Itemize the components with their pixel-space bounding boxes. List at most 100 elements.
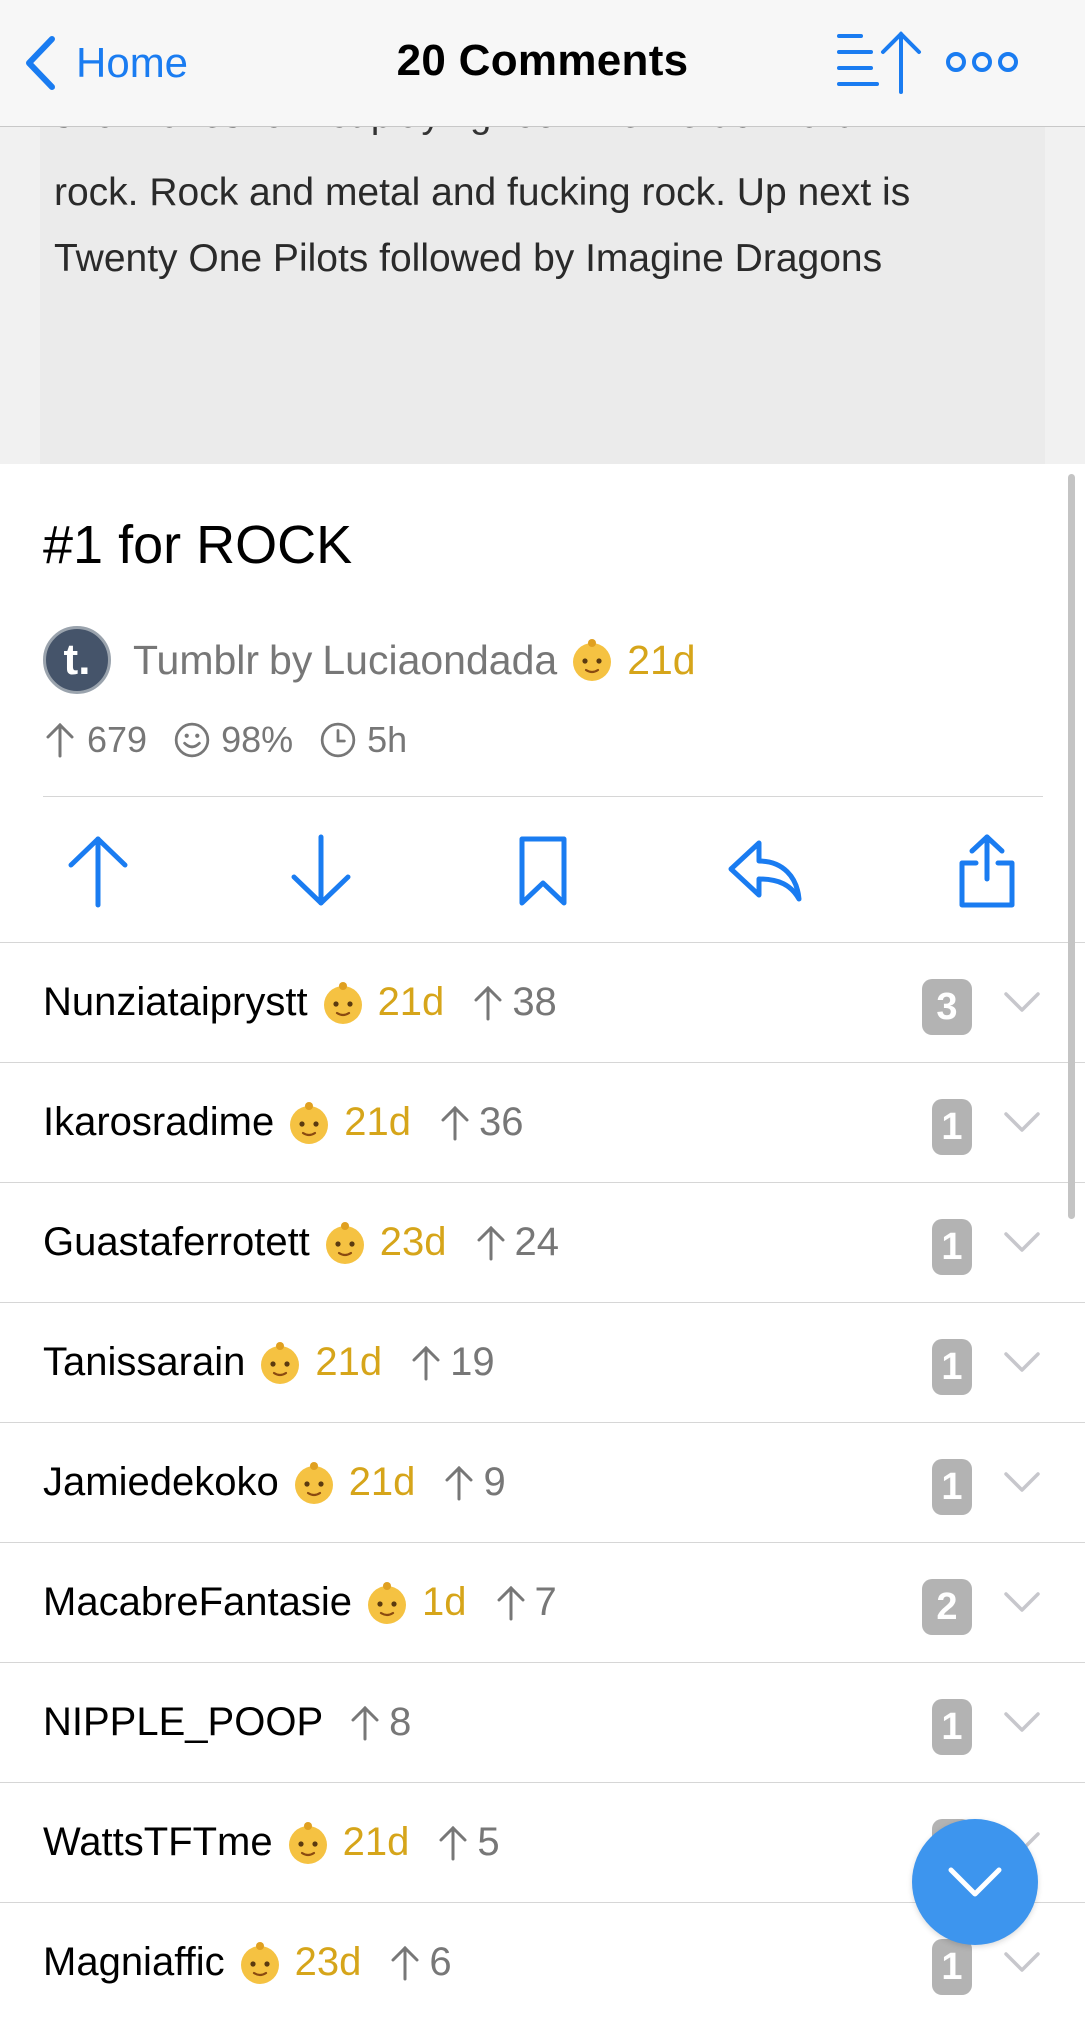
comment-info: Jamiedekoko 21d 9 [43,1423,506,1542]
comment-username[interactable]: Jamiedekoko [43,1460,279,1505]
post-image-text: rock. Rock and metal and fucking rock. U… [54,171,911,280]
scrollbar[interactable] [1068,474,1075,1219]
new-user-baby-icon [285,1820,331,1866]
comment-score-value: 7 [534,1580,557,1624]
new-user-baby-icon [286,1100,332,1146]
post-stats: 679 98% 5h [43,712,433,768]
by-label: by [269,636,313,683]
reply-count-badge: 1 [932,1699,972,1755]
scroll-down-button[interactable] [912,1819,1038,1945]
chevron-down-icon[interactable] [1002,1709,1042,1735]
chevron-down-icon[interactable] [1002,1469,1042,1495]
post-time: 5h [367,719,408,760]
reply-count-badge: 1 [932,1219,972,1275]
comment-row[interactable]: Tanissarain 21d 19 1 [0,1302,1085,1422]
new-user-baby-icon [569,637,615,683]
comment-score-value: 9 [483,1460,506,1504]
action-bar [0,830,1085,912]
chevron-down-icon [948,1867,1002,1897]
comment-score-value: 6 [429,1940,452,1984]
more-dots-icon[interactable] [944,48,1020,76]
reply-icon [728,840,802,902]
comment-score: 36 [439,1100,523,1145]
comment-info: Tanissarain 21d 19 [43,1303,495,1422]
comment-age: 21d [348,1460,416,1504]
author-age: 21d [627,636,696,683]
comment-username[interactable]: Magniaffic [43,1940,225,1985]
upvote-button[interactable] [58,830,138,912]
bookmark-button[interactable] [503,830,583,912]
comment-score: 38 [472,980,557,1025]
comment-score-value: 24 [514,1220,560,1264]
new-user-baby-icon [257,1340,303,1386]
reply-count-badge: 3 [922,979,972,1035]
post-image[interactable]: snowflakes for not playing rock like we … [0,126,1085,464]
chevron-down-icon[interactable] [1002,1109,1042,1135]
comment-score-value: 5 [477,1820,500,1864]
upvote-arrow-icon [477,1225,505,1260]
upvote-arrow-icon [351,1705,379,1740]
tumblr-logo-icon: t. [43,626,111,694]
upvote-arrow-icon [46,722,74,758]
upvote-ratio: 98% [221,719,294,760]
chevron-down-icon[interactable] [1002,989,1042,1015]
comment-row[interactable]: Guastaferrotett 23d 24 1 [0,1182,1085,1302]
upvote-arrow-icon [391,1945,419,1980]
comment-score: 9 [443,1460,506,1505]
chevron-down-icon[interactable] [1002,1589,1042,1615]
upvote-arrow-icon [412,1345,440,1380]
comment-info: Magniaffic 23d 6 [43,1903,452,2022]
comment-score-value: 19 [450,1340,495,1384]
comment-info: NIPPLE_POOP 8 [43,1663,411,1782]
upvote-count: 679 [87,719,148,760]
share-icon [959,834,1015,908]
comment-age: 23d [379,1220,447,1264]
comment-score: 5 [437,1820,500,1865]
chevron-down-icon[interactable] [1002,1949,1042,1975]
comment-score-value: 38 [512,980,557,1024]
comment-username[interactable]: Nunziataiprystt [43,980,308,1025]
chevron-down-icon[interactable] [1002,1229,1042,1255]
comment-username[interactable]: WattsTFTme [43,1820,273,1865]
comment-row[interactable]: Magniaffic 23d 6 1 [0,1902,1085,2022]
comment-username[interactable]: Tanissarain [43,1340,245,1385]
reply-count-badge: 1 [932,1339,972,1395]
post-source[interactable]: Tumblr [133,637,259,684]
share-button[interactable] [947,830,1027,912]
comment-username[interactable]: MacabreFantasie [43,1580,352,1625]
comment-username[interactable]: Guastaferrotett [43,1220,310,1265]
comment-score: 7 [495,1580,557,1625]
comment-row[interactable]: NIPPLE_POOP 8 1 [0,1662,1085,1782]
comment-score-value: 8 [389,1700,412,1744]
post-image-cut-line: snowflakes for not playing rock like we … [54,126,857,137]
navigation-bar: Home 20 Comments [0,0,1085,127]
comment-age: 21d [377,980,445,1024]
comment-row[interactable]: Nunziataiprystt 21d 38 3 [0,942,1085,1062]
comment-row[interactable]: Jamiedekoko 21d 9 1 [0,1422,1085,1542]
comment-info: Guastaferrotett 23d 24 [43,1183,559,1302]
post-title: #1 for ROCK [43,515,353,575]
comment-age: 21d [315,1340,383,1384]
clock-icon [320,722,356,758]
chevron-down-icon[interactable] [1002,1349,1042,1375]
reply-count-badge: 2 [922,1579,972,1635]
new-user-baby-icon [364,1580,410,1626]
reply-button[interactable] [725,830,805,912]
comment-row[interactable]: MacabreFantasie 1d 7 2 [0,1542,1085,1662]
sort-upvotes-icon[interactable] [835,28,925,98]
new-user-baby-icon [320,980,366,1026]
comment-score: 19 [410,1340,495,1385]
comment-info: WattsTFTme 21d 5 [43,1783,500,1902]
new-user-baby-icon [237,1940,283,1986]
comment-info: MacabreFantasie 1d 7 [43,1543,557,1662]
upvote-arrow-icon [497,1585,525,1620]
comment-row[interactable]: Ikarosradime 21d 36 1 [0,1062,1085,1182]
new-user-baby-icon [291,1460,337,1506]
comment-username[interactable]: Ikarosradime [43,1100,274,1145]
comment-username[interactable]: NIPPLE_POOP [43,1700,323,1745]
downvote-icon [291,834,351,906]
comment-info: Ikarosradime 21d 36 [43,1063,523,1182]
downvote-button[interactable] [281,830,361,912]
post-author[interactable]: Luciaondada [322,637,557,684]
upvote-arrow-icon [474,985,502,1020]
